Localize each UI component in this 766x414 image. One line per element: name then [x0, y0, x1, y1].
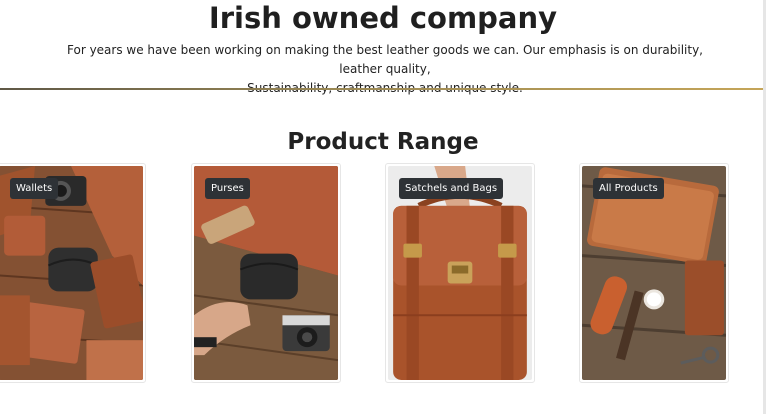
product-card-wallets[interactable]: Wallets: [0, 163, 146, 383]
product-card-all-products[interactable]: All Products: [579, 163, 729, 383]
product-range-title: Product Range: [287, 129, 479, 155]
product-card-purses[interactable]: Purses: [191, 163, 341, 383]
category-badge-purses[interactable]: Purses: [205, 178, 250, 199]
hero-title: Irish owned company: [208, 1, 558, 35]
section-divider: [0, 88, 764, 90]
hero-description-line-1: For years we have been working on making…: [67, 43, 703, 76]
category-badge-satchels-and-bags[interactable]: Satchels and Bags: [399, 178, 504, 199]
page: Irish owned company For years we have be…: [0, 0, 766, 414]
category-badge-wallets[interactable]: Wallets: [10, 178, 59, 199]
category-badge-all-products[interactable]: All Products: [593, 178, 664, 199]
product-card-satchels-and-bags[interactable]: Satchels and Bags: [385, 163, 535, 383]
